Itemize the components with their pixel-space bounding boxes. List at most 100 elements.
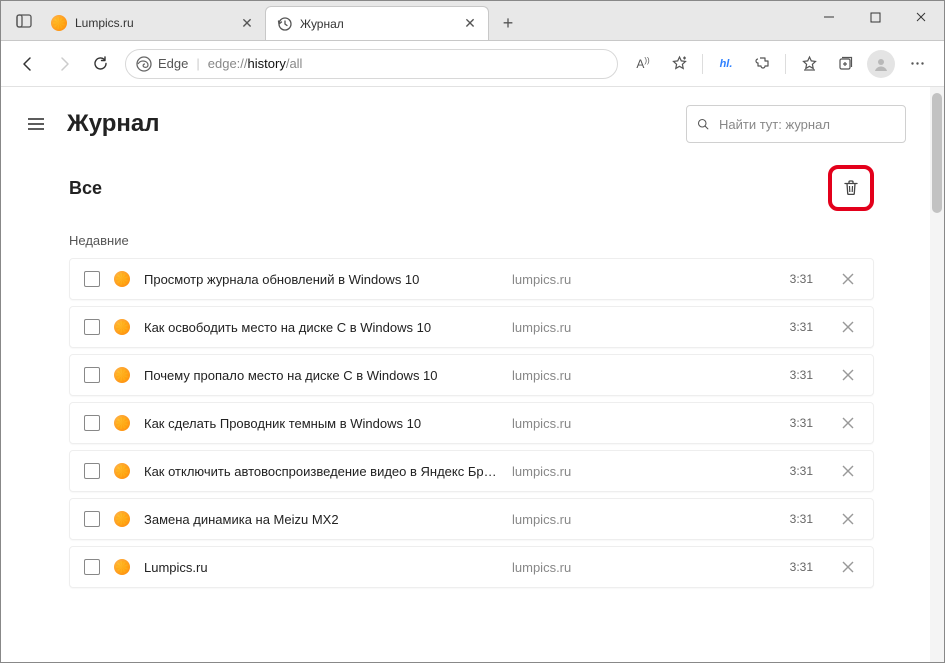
section-header: Все	[69, 165, 874, 211]
history-row[interactable]: Как отключить автовоспроизведение видео …	[69, 450, 874, 492]
orange-icon	[114, 415, 130, 431]
history-section: Все Недавние Просмотр журнала обновлений…	[1, 157, 930, 614]
row-title: Как сделать Проводник темным в Windows 1…	[144, 416, 498, 431]
close-button[interactable]	[898, 1, 944, 33]
toolbar-right: A)) hl.	[626, 47, 934, 81]
section-title: Все	[69, 178, 828, 199]
row-domain: lumpics.ru	[512, 272, 776, 287]
scrollbar[interactable]	[930, 87, 944, 662]
row-time: 3:31	[790, 560, 813, 574]
toolbar-separator	[785, 54, 786, 74]
row-checkbox[interactable]	[84, 559, 100, 575]
page-header: Журнал	[1, 87, 930, 157]
search-box[interactable]	[686, 105, 906, 143]
tab-title: Журнал	[300, 17, 462, 31]
row-title: Замена динамика на Meizu MX2	[144, 512, 498, 527]
row-time: 3:31	[790, 416, 813, 430]
profile-button[interactable]	[864, 47, 898, 81]
orange-icon	[114, 271, 130, 287]
extensions-button[interactable]	[745, 47, 779, 81]
row-time: 3:31	[790, 512, 813, 526]
row-checkbox[interactable]	[84, 511, 100, 527]
history-row[interactable]: Замена динамика на Meizu MX2 lumpics.ru 3:…	[69, 498, 874, 540]
orange-icon	[51, 15, 67, 31]
titlebar: Lumpics.ru ✕ Журнал ✕ +	[1, 1, 944, 41]
row-checkbox[interactable]	[84, 271, 100, 287]
row-checkbox[interactable]	[84, 319, 100, 335]
tab-actions-button[interactable]	[7, 4, 41, 38]
adblock-icon[interactable]: hl.	[709, 47, 743, 81]
row-title: Как отключить автовоспроизведение видео …	[144, 464, 498, 479]
favorites-list-button[interactable]	[792, 47, 826, 81]
window-controls	[806, 1, 944, 33]
row-domain: lumpics.ru	[512, 464, 776, 479]
addr-url-seg2: /all	[286, 56, 303, 71]
row-checkbox[interactable]	[84, 463, 100, 479]
row-time: 3:31	[790, 368, 813, 382]
row-domain: lumpics.ru	[512, 416, 776, 431]
delete-all-button[interactable]	[828, 165, 874, 211]
row-time: 3:31	[790, 464, 813, 478]
orange-icon	[114, 559, 130, 575]
more-button[interactable]	[900, 47, 934, 81]
close-icon[interactable]: ✕	[462, 16, 478, 32]
menu-button[interactable]	[21, 109, 51, 139]
orange-icon	[114, 319, 130, 335]
row-delete-button[interactable]	[837, 460, 859, 482]
address-bar[interactable]: Edge | edge://history/all	[125, 49, 618, 79]
row-time: 3:31	[790, 320, 813, 334]
content: Журнал Все Недавние Просмотр журнала обн…	[1, 87, 930, 662]
history-row[interactable]: Почему пропало место на диске C в Window…	[69, 354, 874, 396]
orange-icon	[114, 463, 130, 479]
row-delete-button[interactable]	[837, 268, 859, 290]
tab-title: Lumpics.ru	[75, 16, 239, 30]
addr-url-seg: history	[248, 56, 286, 71]
row-delete-button[interactable]	[837, 508, 859, 530]
read-aloud-button[interactable]: A))	[626, 47, 660, 81]
refresh-button[interactable]	[83, 47, 117, 81]
forward-button[interactable]	[47, 47, 81, 81]
row-domain: lumpics.ru	[512, 560, 776, 575]
page: Журнал Все Недавние Просмотр журнала обн…	[1, 87, 944, 662]
history-row[interactable]: Как сделать Проводник темным в Windows 1…	[69, 402, 874, 444]
addr-edge-label: Edge	[158, 56, 188, 71]
history-row[interactable]: Просмотр журнала обновлений в Windows 10…	[69, 258, 874, 300]
trash-icon	[842, 179, 860, 197]
history-row[interactable]: Lumpics.rulumpics.ru3:31	[69, 546, 874, 588]
row-domain: lumpics.ru	[512, 512, 776, 527]
row-checkbox[interactable]	[84, 415, 100, 431]
row-time: 3:31	[790, 272, 813, 286]
history-row[interactable]: Как освободить место на диске C в Window…	[69, 306, 874, 348]
collections-button[interactable]	[828, 47, 862, 81]
edge-icon	[136, 56, 152, 72]
close-icon[interactable]: ✕	[239, 15, 255, 31]
avatar-icon	[867, 50, 895, 78]
orange-icon	[114, 367, 130, 383]
tab-history[interactable]: Журнал ✕	[265, 6, 489, 40]
row-delete-button[interactable]	[837, 556, 859, 578]
search-input[interactable]	[719, 117, 895, 132]
back-button[interactable]	[11, 47, 45, 81]
row-delete-button[interactable]	[837, 364, 859, 386]
toolbar: Edge | edge://history/all A)) hl.	[1, 41, 944, 87]
history-icon	[276, 16, 292, 32]
row-title: Как освободить место на диске C в Window…	[144, 320, 498, 335]
row-delete-button[interactable]	[837, 412, 859, 434]
scrollbar-thumb[interactable]	[932, 93, 942, 213]
tab-lumpics[interactable]: Lumpics.ru ✕	[41, 6, 265, 40]
row-domain: lumpics.ru	[512, 320, 776, 335]
recent-label: Недавние	[69, 233, 874, 248]
minimize-button[interactable]	[806, 1, 852, 33]
addr-url-prefix: edge://	[208, 56, 248, 71]
toolbar-separator	[702, 54, 703, 74]
row-checkbox[interactable]	[84, 367, 100, 383]
maximize-button[interactable]	[852, 1, 898, 33]
new-tab-button[interactable]: +	[493, 8, 523, 38]
row-domain: lumpics.ru	[512, 368, 776, 383]
favorite-button[interactable]	[662, 47, 696, 81]
history-list: Просмотр журнала обновлений в Windows 10…	[69, 258, 874, 588]
row-delete-button[interactable]	[837, 316, 859, 338]
page-title: Журнал	[67, 110, 670, 138]
row-title: Почему пропало место на диске C в Window…	[144, 368, 498, 383]
addr-separator: |	[196, 56, 199, 71]
